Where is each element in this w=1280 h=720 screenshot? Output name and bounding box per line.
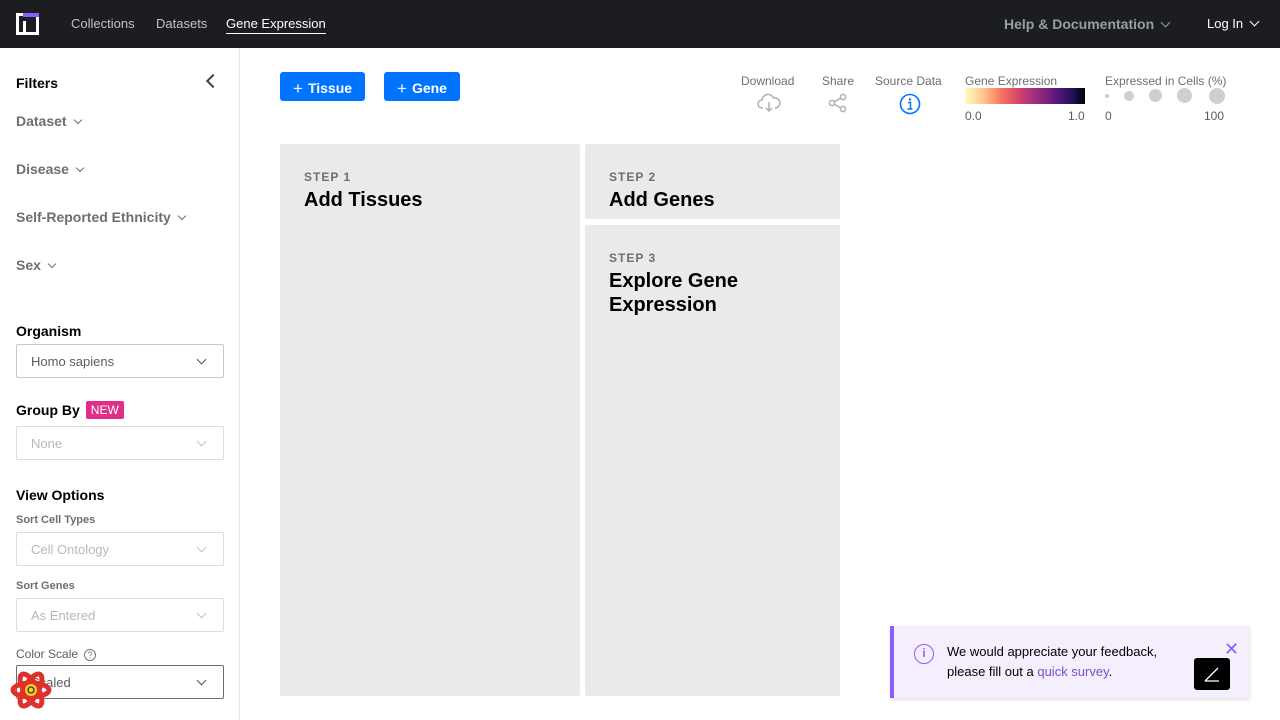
gene-expression-legend-label: Gene Expression xyxy=(965,74,1058,88)
group-by-select[interactable]: None xyxy=(16,426,224,460)
gene-expression-gradient xyxy=(965,88,1085,104)
step3-title: Explore Gene Expression xyxy=(609,270,738,316)
expressed-in-cells-label: Expressed in Cells (%) xyxy=(1105,74,1227,88)
download-label: Download xyxy=(741,74,795,88)
logo-icon[interactable] xyxy=(16,13,39,35)
gene-expression-max: 1.0 xyxy=(1068,109,1085,123)
nav-gene-expression[interactable]: Gene Expression xyxy=(226,16,326,34)
source-data-label: Source Data xyxy=(875,74,942,88)
sort-genes-value: As Entered xyxy=(31,608,96,623)
add-gene-button[interactable]: + Gene xyxy=(384,72,460,101)
organism-value: Homo sapiens xyxy=(31,354,115,369)
chevron-down-icon xyxy=(196,542,207,553)
nav-datasets[interactable]: Datasets xyxy=(156,16,207,31)
filters-sidebar: Filters Dataset Disease Self-Reported Et… xyxy=(0,48,240,720)
filter-label: Disease xyxy=(16,161,69,177)
new-badge: NEW xyxy=(85,401,124,419)
filter-ethnicity[interactable]: Self-Reported Ethnicity xyxy=(16,209,187,225)
size-legend-dot xyxy=(1177,88,1192,103)
react-devtools-icon[interactable] xyxy=(10,670,52,710)
group-by-label: Group By NEW xyxy=(16,401,124,420)
login-label: Log In xyxy=(1207,16,1244,31)
color-scale-label: Color Scale? xyxy=(16,647,97,661)
help-label: Help & Documentation xyxy=(1004,16,1155,32)
size-legend-dot xyxy=(1105,94,1109,98)
filters-title: Filters xyxy=(16,75,59,91)
organism-select[interactable]: Homo sapiens xyxy=(16,344,224,378)
filter-dataset[interactable]: Dataset xyxy=(16,113,82,129)
cloud-download-icon[interactable] xyxy=(757,93,781,113)
chevron-down-icon xyxy=(177,211,187,221)
expressed-in-cells-min: 0 xyxy=(1105,109,1112,123)
info-icon: i xyxy=(914,644,934,664)
add-tissue-label: Tissue xyxy=(307,80,353,96)
sort-genes-label: Sort Genes xyxy=(16,580,75,592)
gene-expression-min: 0.0 xyxy=(965,109,982,123)
step2-title: Add Genes xyxy=(609,189,715,211)
chevron-down-icon xyxy=(196,354,207,365)
info-icon[interactable] xyxy=(899,93,921,115)
expressed-in-cells-max: 100 xyxy=(1204,109,1225,123)
chevron-down-icon xyxy=(75,163,85,173)
organism-label: Organism xyxy=(16,323,82,339)
plus-icon: + xyxy=(293,79,303,98)
quick-survey-link[interactable]: quick survey xyxy=(1037,664,1108,679)
chevron-down-icon xyxy=(196,608,207,619)
close-icon[interactable]: ✕ xyxy=(1224,640,1239,658)
size-legend-dot xyxy=(1209,88,1225,104)
group-by-value: None xyxy=(31,436,63,451)
share-label: Share xyxy=(822,74,855,88)
pencil-icon xyxy=(1204,667,1219,682)
toast-message: We would appreciate your feedback, pleas… xyxy=(947,642,1187,682)
add-gene-label: Gene xyxy=(411,80,447,96)
step1-title: Add Tissues xyxy=(304,189,423,211)
top-nav: Collections Datasets Gene Expression Hel… xyxy=(0,0,1280,48)
login-menu[interactable]: Log In xyxy=(1207,16,1260,31)
step3-number: STEP 3 xyxy=(609,251,657,265)
step2-number: STEP 2 xyxy=(609,170,657,184)
chevron-down-icon xyxy=(1160,17,1171,28)
size-legend-dot xyxy=(1149,89,1162,102)
help-icon[interactable]: ? xyxy=(84,649,97,661)
step1-number: STEP 1 xyxy=(304,170,352,184)
filter-sex[interactable]: Sex xyxy=(16,257,57,273)
feedback-widget-button[interactable] xyxy=(1194,658,1230,690)
chevron-down-icon xyxy=(1249,16,1260,27)
sort-cell-types-select[interactable]: Cell Ontology xyxy=(16,532,224,566)
filter-label: Self-Reported Ethnicity xyxy=(16,209,171,225)
nav-collections[interactable]: Collections xyxy=(71,16,135,31)
sort-genes-select[interactable]: As Entered xyxy=(16,598,224,632)
size-legend-dot xyxy=(1124,91,1134,101)
collapse-sidebar-icon[interactable] xyxy=(205,73,221,89)
add-tissue-button[interactable]: + Tissue xyxy=(280,72,366,101)
sort-cell-types-value: Cell Ontology xyxy=(31,542,110,557)
chevron-down-icon xyxy=(73,115,82,125)
chevron-down-icon xyxy=(47,259,57,269)
filter-disease[interactable]: Disease xyxy=(16,161,85,177)
plus-icon: + xyxy=(397,79,407,98)
color-scale-text: Color Scale xyxy=(16,647,79,661)
sort-cell-types-label: Sort Cell Types xyxy=(16,514,96,526)
share-icon[interactable] xyxy=(828,93,848,113)
chevron-down-icon xyxy=(196,675,207,686)
step1-panel: STEP 1 Add Tissues xyxy=(280,144,580,696)
help-documentation-menu[interactable]: Help & Documentation xyxy=(1004,16,1171,32)
group-by-text: Group By xyxy=(16,402,80,418)
step3-panel: STEP 3 Explore Gene Expression xyxy=(585,225,840,696)
view-options-label: View Options xyxy=(16,487,105,503)
filter-label: Sex xyxy=(16,257,41,273)
filter-label: Dataset xyxy=(16,113,67,129)
toast-suffix: . xyxy=(1108,664,1113,679)
chevron-down-icon xyxy=(196,436,207,447)
step2-panel: STEP 2 Add Genes xyxy=(585,144,840,219)
